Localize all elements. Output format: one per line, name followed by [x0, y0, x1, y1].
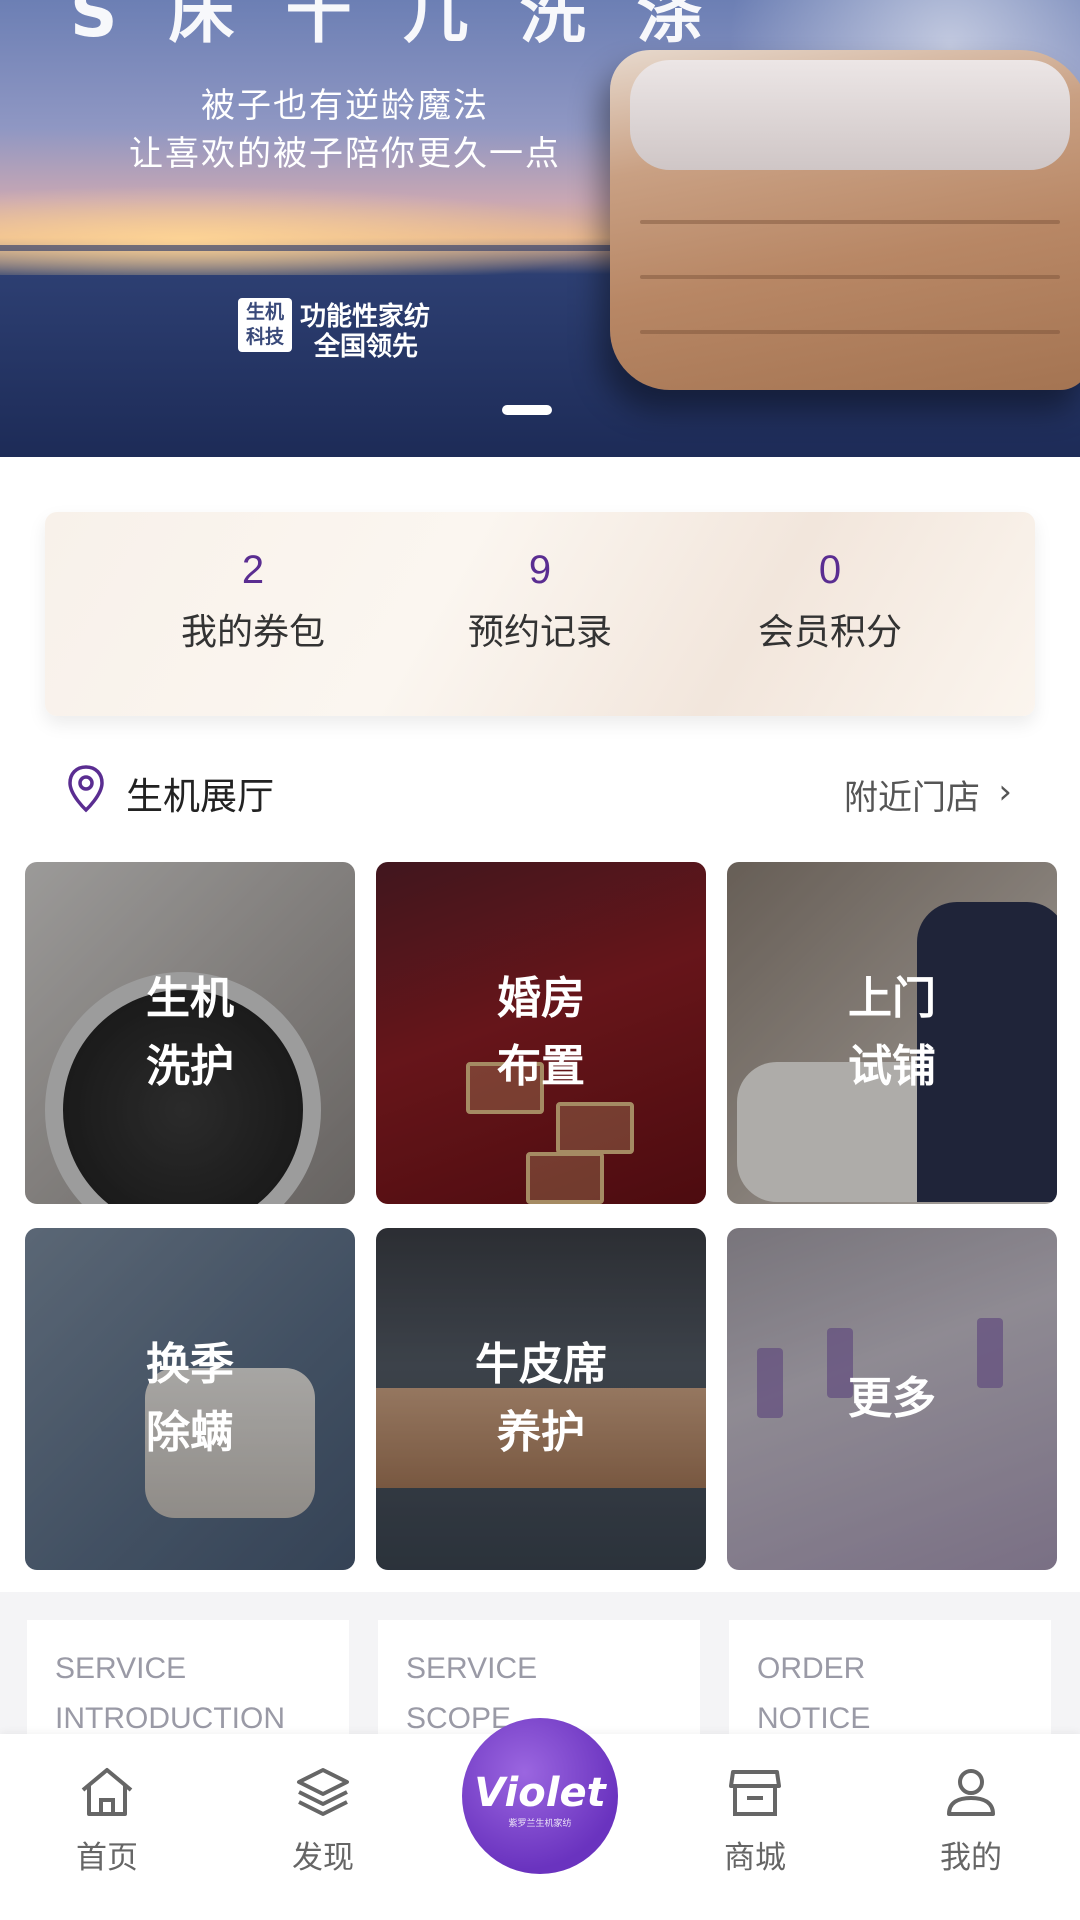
banner-sky — [0, 185, 620, 275]
tile-label: 更多 — [848, 1373, 936, 1424]
stat-value: 9 — [528, 548, 552, 592]
store-icon — [729, 1770, 781, 1816]
info-card-title: SERVICE — [406, 1652, 538, 1685]
nav-mall[interactable]: 商城 — [675, 1764, 835, 1877]
nav-home-label: 首页 — [76, 1840, 138, 1876]
quilt-fold — [640, 220, 1060, 224]
brand-center-button[interactable]: Violet 紫罗兰生机家纺 — [462, 1718, 618, 1874]
stat-value: 0 — [818, 548, 842, 592]
tile-label: 换季 除螨 — [146, 1339, 234, 1458]
info-card-service-introduction[interactable]: SERVICE INTRODUCTION — [27, 1620, 349, 1750]
user-icon — [947, 1769, 995, 1816]
location-pin-icon — [68, 765, 104, 813]
showroom-row: 生机展厅 附近门店 › — [60, 762, 1020, 822]
stat-label: 会员积分 — [757, 612, 902, 653]
brand-logo-text: Violet — [474, 1769, 606, 1816]
carousel-indicator[interactable] — [502, 405, 552, 415]
banner-horizon — [0, 245, 640, 251]
nav-mine[interactable]: 我的 — [891, 1764, 1051, 1877]
tile-label: 上门 试铺 — [848, 973, 936, 1092]
nav-mine-label: 我的 — [940, 1840, 1002, 1876]
service-tile-more[interactable]: 更多 — [727, 1228, 1057, 1570]
quilt-top-layer — [630, 60, 1070, 170]
stat-points[interactable]: 0 会员积分 — [730, 548, 930, 655]
quilt-fold — [640, 275, 1060, 279]
nav-home[interactable]: 首页 — [27, 1764, 187, 1877]
service-tile-wedding-room[interactable]: 婚房 布置 — [376, 862, 706, 1204]
service-tile-mite-removal[interactable]: 换季 除螨 — [25, 1228, 355, 1570]
promo-banner[interactable]: S 床 十 几 洗 涤 被子也有逆龄魔法 让喜欢的被子陪你更久一点 生机 科技 … — [0, 0, 1080, 457]
tile-label: 生机 洗护 — [146, 973, 234, 1092]
info-card-title: ORDER — [757, 1652, 866, 1685]
quilt-image — [610, 50, 1080, 390]
layers-icon — [297, 1768, 349, 1816]
service-tile-home-trial[interactable]: 上门 试铺 — [727, 862, 1057, 1204]
showroom-name: 生机展厅 — [126, 775, 274, 818]
nav-discover[interactable]: 发现 — [243, 1764, 403, 1877]
info-card-order-notice[interactable]: ORDER NOTICE — [729, 1620, 1051, 1750]
brand-logo-subtext: 紫罗兰生机家纺 — [508, 1818, 572, 1829]
stat-coupons[interactable]: 2 我的券包 — [153, 548, 353, 655]
home-icon — [81, 1768, 133, 1816]
stat-value: 2 — [241, 548, 265, 592]
nav-discover-label: 发现 — [292, 1840, 354, 1876]
nav-mall-label: 商城 — [724, 1840, 786, 1876]
stat-appointments[interactable]: 9 预约记录 — [440, 548, 640, 655]
nearby-stores-link[interactable]: 附近门店 — [844, 770, 980, 819]
service-tile-washing[interactable]: 生机 洗护 — [25, 862, 355, 1204]
service-tile-leather-mat-care[interactable]: 牛皮席 养护 — [376, 1228, 706, 1570]
brand-logo: 生机 科技 — [238, 298, 292, 352]
banner-tag-2: 全国领先 — [314, 332, 419, 362]
tile-label: 婚房 布置 — [497, 973, 585, 1092]
stat-label: 我的券包 — [180, 612, 325, 653]
info-card-title: SERVICE — [55, 1652, 187, 1685]
chevron-right-icon[interactable]: › — [998, 772, 1012, 812]
stat-label: 预约记录 — [467, 612, 612, 653]
quilt-fold — [640, 330, 1060, 334]
member-stats-card: 2 我的券包 9 预约记录 0 会员积分 — [45, 512, 1035, 716]
info-card-subtitle: NOTICE — [757, 1702, 871, 1735]
info-card-subtitle: INTRODUCTION — [55, 1702, 285, 1735]
tile-label: 牛皮席 养护 — [475, 1339, 607, 1458]
